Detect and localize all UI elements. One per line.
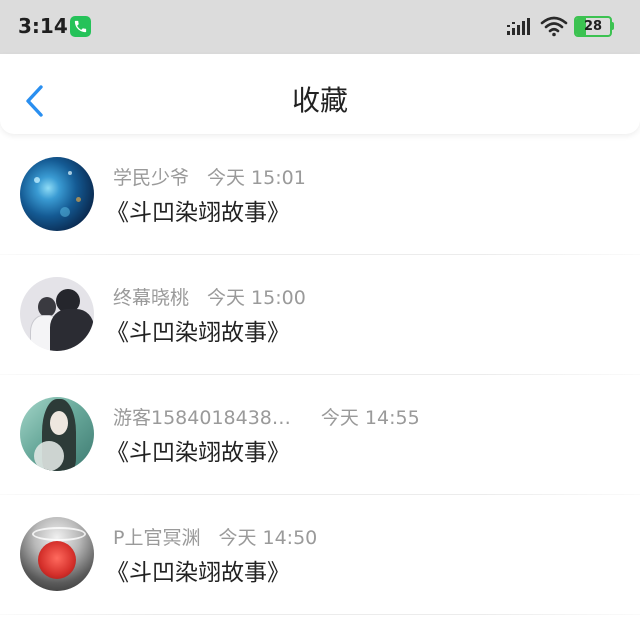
user-name: P上官冥渊 xyxy=(113,527,201,549)
avatar[interactable] xyxy=(20,157,94,231)
timestamp: 今天 15:01 xyxy=(207,167,306,189)
item-meta: 学民少爷 今天 15:01 xyxy=(113,165,306,191)
header: 收藏 xyxy=(0,54,640,134)
timestamp: 今天 14:55 xyxy=(320,407,420,429)
signal-icon xyxy=(507,17,533,41)
timestamp: 今天 14:50 xyxy=(218,527,318,549)
divider xyxy=(0,254,640,255)
message-text: 《斗凹染翊故事》 xyxy=(106,320,290,346)
user-name: 学民少爷 xyxy=(113,167,190,189)
list-item[interactable]: 游客1584018438… 今天 14:55 《斗凹染翊故事》 xyxy=(0,376,640,496)
avatar[interactable] xyxy=(20,277,94,351)
status-bar: 3:14 28 xyxy=(0,0,640,54)
favorites-list: 学民少爷 今天 15:01 《斗凹染翊故事》 终幕晓桃 今天 15:00 《斗凹染翊… xyxy=(0,136,640,616)
wifi-icon xyxy=(540,15,568,41)
battery-percent: 28 xyxy=(583,19,603,34)
list-item[interactable]: P上官冥渊 今天 14:50 《斗凹染翊故事》 xyxy=(0,496,640,616)
timestamp: 今天 15:00 xyxy=(207,287,306,309)
status-time: 3:14 xyxy=(18,14,68,38)
item-meta: 游客1584018438… 今天 14:55 xyxy=(113,405,420,431)
message-text: 《斗凹染翊故事》 xyxy=(106,560,290,586)
battery-icon: 28 xyxy=(574,16,616,37)
message-text: 《斗凹染翊故事》 xyxy=(106,440,290,466)
user-name: 游客1584018438… xyxy=(113,407,291,429)
divider xyxy=(0,614,640,615)
page-title: 收藏 xyxy=(291,84,348,117)
item-meta: 终幕晓桃 今天 15:00 xyxy=(113,285,306,311)
message-text: 《斗凹染翊故事》 xyxy=(106,200,290,226)
list-item[interactable]: 终幕晓桃 今天 15:00 《斗凹染翊故事》 xyxy=(0,256,640,376)
divider xyxy=(0,494,640,495)
divider xyxy=(0,374,640,375)
item-meta: P上官冥渊 今天 14:50 xyxy=(113,525,317,551)
list-item[interactable]: 学民少爷 今天 15:01 《斗凹染翊故事》 xyxy=(0,136,640,256)
phone-icon[interactable] xyxy=(70,16,91,37)
avatar[interactable] xyxy=(20,397,94,471)
avatar[interactable] xyxy=(20,517,94,591)
user-name: 终幕晓桃 xyxy=(113,287,190,309)
